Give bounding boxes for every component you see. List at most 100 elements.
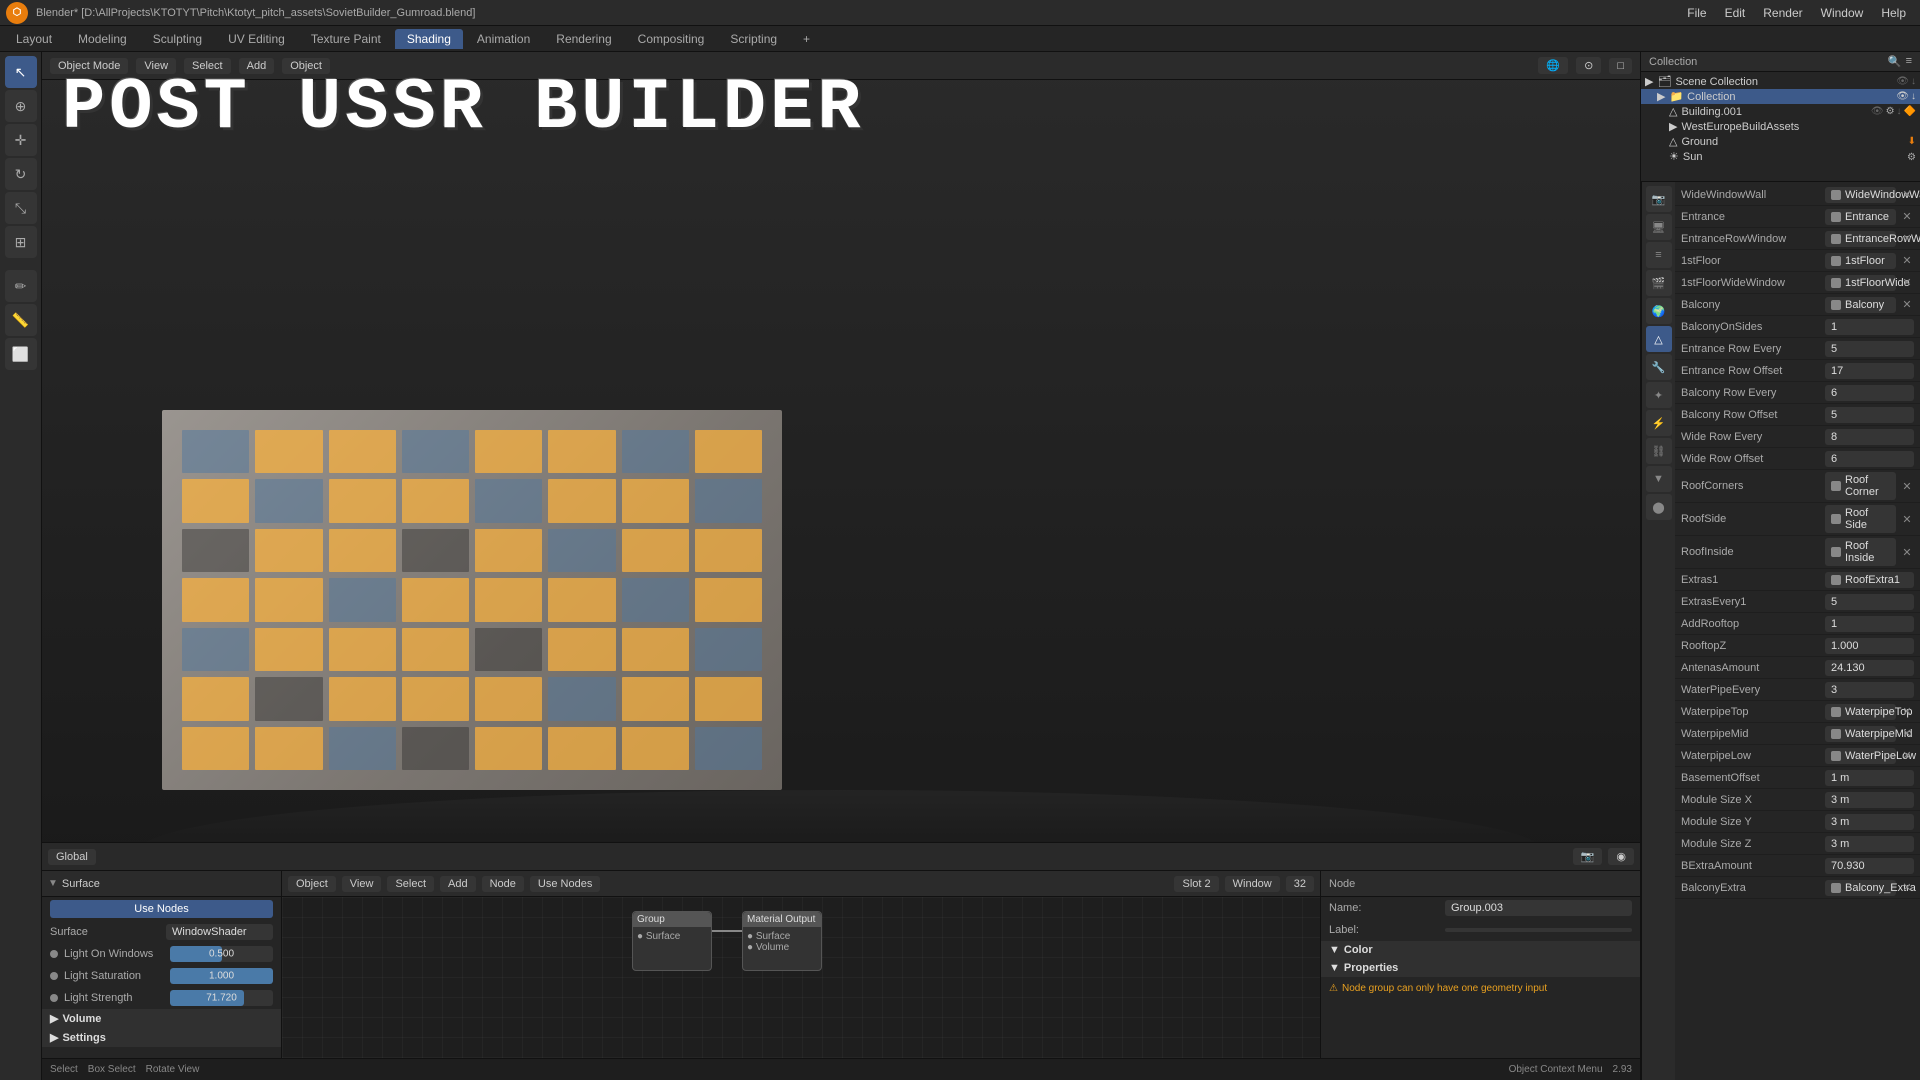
outliner-filter-icon[interactable]: 🔍 xyxy=(1888,55,1902,68)
camera-btn[interactable]: 📷 xyxy=(1573,848,1603,865)
tab-sculpting[interactable]: Sculpting xyxy=(141,29,214,49)
ne-view-menu[interactable]: View xyxy=(342,876,382,892)
ne-select-menu[interactable]: Select xyxy=(387,876,434,892)
menu-help[interactable]: Help xyxy=(1873,4,1914,22)
outliner-view-icon[interactable]: ≡ xyxy=(1906,55,1912,68)
remove-EntranceRowWindow[interactable]: ✕ xyxy=(1900,232,1914,246)
slider-bar-2[interactable]: 1.000 xyxy=(170,968,273,984)
tool-cursor[interactable]: ⊕ xyxy=(5,90,37,122)
slider-label-2: Light Saturation xyxy=(64,970,164,982)
warning-message: ⚠ Node group can only have one geometry … xyxy=(1321,977,1640,1000)
color-section[interactable]: ▼ Color xyxy=(1321,941,1640,959)
node-properties-panel: Node Name: Group.003 Label: ▼ Color ▼ Pr… xyxy=(1320,871,1640,1080)
material-props-btn[interactable]: ⬤ xyxy=(1646,494,1672,520)
outliner-item-sun[interactable]: ☀Sun ⚙ xyxy=(1641,149,1920,164)
tab-layout[interactable]: Layout xyxy=(4,29,64,49)
tool-move[interactable]: ✛ xyxy=(5,124,37,156)
surface-value-text[interactable]: WindowShader xyxy=(166,924,273,940)
viewport-overlay-btn[interactable]: ⊙ xyxy=(1576,57,1601,74)
node-editor-canvas[interactable]: Group ● Surface Material Output ● Surfac… xyxy=(282,897,1320,1080)
remove-WaterpipeLow[interactable]: ✕ xyxy=(1900,749,1914,763)
remove-WaterpipeTop[interactable]: ✕ xyxy=(1900,705,1914,719)
window-cell xyxy=(255,677,322,720)
remove-Entrance[interactable]: ✕ xyxy=(1900,210,1914,224)
modifier-props-btn[interactable]: 🔧 xyxy=(1646,354,1672,380)
prop-RooftopZ: RooftopZ 1.000 xyxy=(1675,635,1920,657)
remove-BalconyExtra[interactable]: ✕ xyxy=(1900,881,1914,895)
bottom-area: ▼ Surface Use Nodes Surface WindowShader… xyxy=(42,870,1640,1080)
remove-1stFloor[interactable]: ✕ xyxy=(1900,254,1914,268)
render-preview-btn[interactable]: ◉ xyxy=(1608,848,1634,865)
viewport-3d[interactable]: POST USSR BUILDER Object Mode View Selec… xyxy=(42,52,1640,870)
ne-use-nodes[interactable]: Use Nodes xyxy=(530,876,600,892)
menu-file[interactable]: File xyxy=(1679,4,1714,22)
world-props-btn[interactable]: 🌍 xyxy=(1646,298,1672,324)
outliner-item-building[interactable]: △Building.001 👁 ⚙ ↓ 🔶 xyxy=(1641,104,1920,119)
data-props-btn[interactable]: ▼ xyxy=(1646,466,1672,492)
particles-props-btn[interactable]: ✦ xyxy=(1646,382,1672,408)
menu-edit[interactable]: Edit xyxy=(1717,4,1754,22)
outliner-item-west-europe[interactable]: ▶WestEuropeBuildAssets xyxy=(1641,119,1920,134)
tool-transform[interactable]: ⊞ xyxy=(5,226,37,258)
ne-material[interactable]: Window xyxy=(1225,876,1280,892)
tab-animation[interactable]: Animation xyxy=(465,29,542,49)
prop-AddRooftop: AddRooftop 1 xyxy=(1675,613,1920,635)
tool-scale[interactable]: ⤡ xyxy=(5,192,37,224)
label-value[interactable] xyxy=(1445,928,1632,932)
physics-props-btn[interactable]: ⚡ xyxy=(1646,410,1672,436)
ne-slot[interactable]: Slot 2 xyxy=(1174,876,1218,892)
volume-section[interactable]: ▶ Volume xyxy=(42,1009,281,1028)
remove-WaterpipeMid[interactable]: ✕ xyxy=(1900,727,1914,741)
viewport-shading-btn[interactable]: 🌐 xyxy=(1538,57,1568,74)
tool-annotate[interactable]: ✏ xyxy=(5,270,37,302)
tab-modeling[interactable]: Modeling xyxy=(66,29,139,49)
node-box-group[interactable]: Group ● Surface xyxy=(632,911,712,971)
remove-WideWindowWall[interactable]: ✕ xyxy=(1900,188,1914,202)
scene-props-btn[interactable]: 🎬 xyxy=(1646,270,1672,296)
menu-window[interactable]: Window xyxy=(1813,4,1872,22)
slider-dot-1 xyxy=(50,950,58,958)
remove-RoofCorners[interactable]: ✕ xyxy=(1900,479,1914,493)
slider-bar-3[interactable]: 71.720 xyxy=(170,990,273,1006)
output-props-btn[interactable]: 🖥 xyxy=(1646,214,1672,240)
global-selector[interactable]: Global xyxy=(48,849,96,865)
properties-section[interactable]: ▼ Properties xyxy=(1321,959,1640,977)
tool-rotate[interactable]: ↻ xyxy=(5,158,37,190)
ne-object-menu[interactable]: Object xyxy=(288,876,336,892)
remove-Balcony[interactable]: ✕ xyxy=(1900,298,1914,312)
viewport-xray-btn[interactable]: □ xyxy=(1609,58,1632,74)
tool-measure[interactable]: 📏 xyxy=(5,304,37,336)
constraints-props-btn[interactable]: ⛓ xyxy=(1646,438,1672,464)
tab-add[interactable]: + xyxy=(791,29,822,49)
view-layer-props-btn[interactable]: ≡ xyxy=(1646,242,1672,268)
outliner-item-ground[interactable]: △Ground ⬇ xyxy=(1641,134,1920,149)
prop-ModuleSizeX: Module Size X 3 m xyxy=(1675,789,1920,811)
slider-bar-1[interactable]: 0.500 xyxy=(170,946,273,962)
tab-compositing[interactable]: Compositing xyxy=(626,29,717,49)
menu-render[interactable]: Render xyxy=(1755,4,1810,22)
ne-node-menu[interactable]: Node xyxy=(482,876,524,892)
use-nodes-button[interactable]: Use Nodes xyxy=(50,900,273,918)
render-props-btn[interactable]: 📷 xyxy=(1646,186,1672,212)
remove-RoofInside[interactable]: ✕ xyxy=(1900,545,1914,559)
name-value[interactable]: Group.003 xyxy=(1445,900,1632,916)
node-editor[interactable]: Object View Select Add Node Use Nodes Sl… xyxy=(282,871,1320,1080)
outliner-item-collection[interactable]: ▶📁Collection 👁 ↓ xyxy=(1641,89,1920,104)
object-props-btn[interactable]: △ xyxy=(1646,326,1672,352)
prop-BalconyExtra: BalconyExtra Balcony_Extra ✕ xyxy=(1675,877,1920,899)
window-cell xyxy=(329,578,396,621)
tab-shading[interactable]: Shading xyxy=(395,29,463,49)
outliner-item-scene-collection[interactable]: ▶🗂Scene Collection 👁 ↓ xyxy=(1641,74,1920,89)
ne-add-menu[interactable]: Add xyxy=(440,876,476,892)
remove-RoofSide[interactable]: ✕ xyxy=(1900,512,1914,526)
tab-uv-editing[interactable]: UV Editing xyxy=(216,29,297,49)
tool-add-cube[interactable]: ⬜ xyxy=(5,338,37,370)
remove-1stFloorWideWindow[interactable]: ✕ xyxy=(1900,276,1914,290)
settings-section[interactable]: ▶ Settings xyxy=(42,1028,281,1047)
node-box-output[interactable]: Material Output ● Surface ● Volume xyxy=(742,911,822,971)
tool-select[interactable]: ↖ xyxy=(5,56,37,88)
tab-scripting[interactable]: Scripting xyxy=(718,29,789,49)
settings-icon: ▶ xyxy=(50,1031,58,1044)
tab-rendering[interactable]: Rendering xyxy=(544,29,623,49)
tab-texture-paint[interactable]: Texture Paint xyxy=(299,29,393,49)
